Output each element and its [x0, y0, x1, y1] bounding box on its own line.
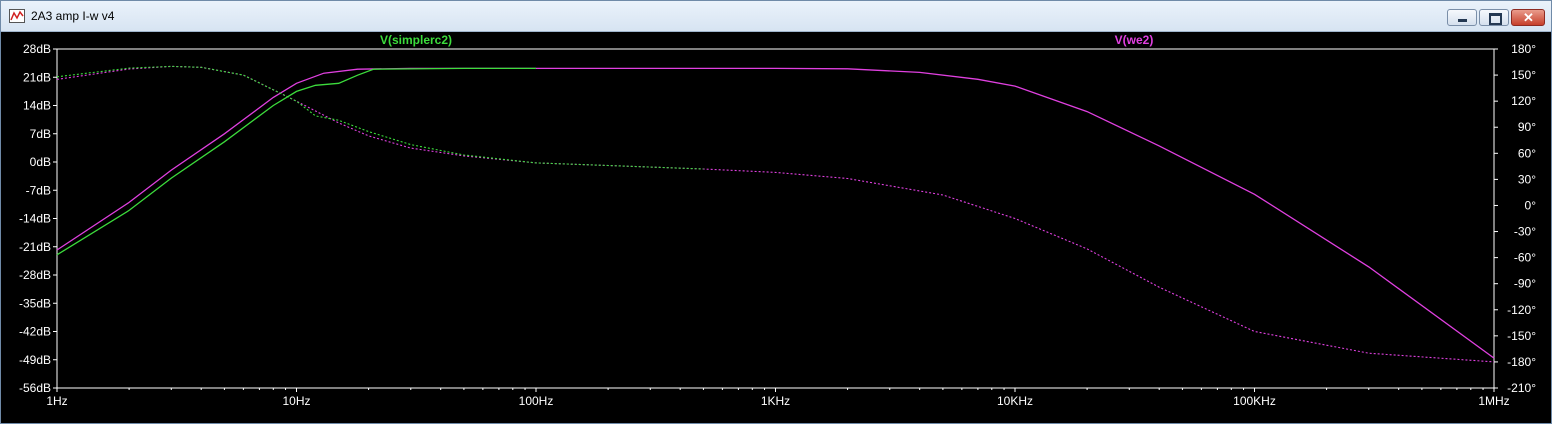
x-tick-label: 10Hz [282, 394, 310, 408]
maximize-button[interactable] [1479, 9, 1509, 26]
x-tick-label: 1Hz [46, 394, 67, 408]
series-magnitude-line [56, 67, 1495, 359]
series-layer: V(we2) V(simplerc2) [56, 33, 1495, 363]
y-left-tick-label: -49dB [19, 353, 51, 367]
y-left-tick-label: 14dB [23, 99, 51, 113]
y-left-tick-label: -7dB [26, 183, 51, 197]
y-left-tick-label: 21dB [23, 70, 51, 84]
y-right-tick-label: 60° [1518, 146, 1536, 160]
x-tick-label: 100KHz [1233, 394, 1276, 408]
y-right-tick-label: 120° [1511, 94, 1536, 108]
y-right-tick-label: 0° [1525, 198, 1537, 212]
y-left-tick-label: -28dB [19, 268, 51, 282]
y-left-tick-label: -14dB [19, 212, 51, 226]
y-left-tick-label: -56dB [19, 381, 51, 395]
bode-plot[interactable]: 28dB 21dB 14dB 7dB 0dB -7dB -14dB -21dB -28dB -35… [1, 31, 1551, 423]
y-right-tick-label: -30° [1514, 225, 1536, 239]
y-right-tick-label: 180° [1511, 42, 1536, 56]
minimize-button[interactable] [1447, 9, 1477, 26]
minimize-icon [1458, 19, 1467, 22]
series-phase-line [56, 65, 1495, 363]
maximize-icon [1489, 13, 1502, 25]
y-left-tick-label: 0dB [30, 155, 51, 169]
x-tick-label: 10KHz [997, 394, 1033, 408]
plot-frame [56, 48, 1495, 389]
y-right-tick-label: 90° [1518, 120, 1536, 134]
x-tick-label: 1KHz [761, 394, 790, 408]
y-right-tick-label: -150° [1507, 329, 1536, 343]
series-legend-label: V(simplerc2) [380, 33, 452, 47]
y-right-tick-label: -180° [1507, 355, 1536, 369]
series-phase-line [56, 65, 704, 170]
close-icon: ✕ [1523, 10, 1534, 25]
y-right-tick-label: 150° [1511, 68, 1536, 82]
series-legend-label: V(we2) [1115, 33, 1154, 47]
y-right-tick-label: -120° [1507, 303, 1536, 317]
y-left-tick-label: 28dB [23, 42, 51, 56]
y-right-tick-label: -60° [1514, 251, 1536, 265]
y-left-tick-label: -35dB [19, 296, 51, 310]
y-left-tick-label: -42dB [19, 325, 51, 339]
window-title: 2A3 amp I-w v4 [31, 9, 115, 23]
y-left-tick-label: -21dB [19, 240, 51, 254]
waveform-icon [9, 9, 25, 23]
axes: 28dB 21dB 14dB 7dB 0dB -7dB -14dB -21dB -28dB -35… [19, 42, 1536, 408]
x-tick-label: 1MHz [1478, 394, 1509, 408]
title-bar[interactable]: 2A3 amp I-w v4 ✕ [1, 1, 1551, 32]
close-button[interactable]: ✕ [1511, 9, 1545, 26]
y-right-tick-label: -90° [1514, 277, 1536, 291]
y-right-tick-label: 30° [1518, 172, 1536, 186]
y-left-tick-label: 7dB [30, 127, 51, 141]
y-right-tick-label: -210° [1507, 381, 1536, 395]
x-tick-label: 100Hz [519, 394, 554, 408]
series-magnitude-line [56, 67, 536, 256]
plot-window: 2A3 amp I-w v4 ✕ 28dB 21dB 14dB 7dB 0dB -7dB -… [0, 0, 1552, 424]
